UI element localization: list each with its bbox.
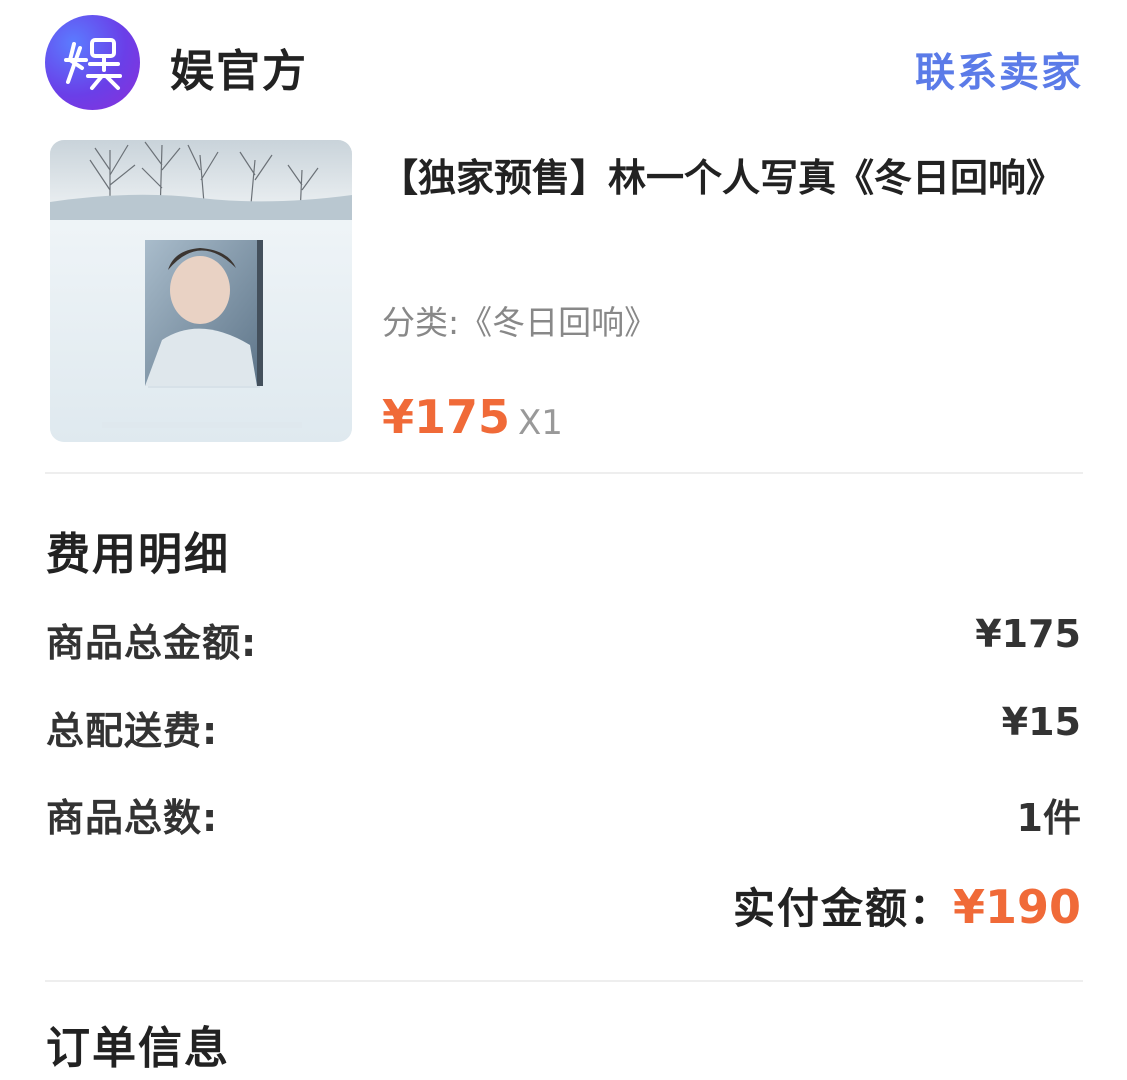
product-price: ¥175 (382, 390, 511, 444)
fee-label-goods-total: 商品总金额: (46, 621, 258, 665)
shop-header: 娱官方 联系卖家 (45, 15, 1085, 110)
shop-name: 娱官方 (170, 46, 308, 97)
product-category: 分类:《冬日回响》 (382, 303, 658, 342)
product-title[interactable]: 【独家预售】林一个人写真《冬日回响》 (380, 150, 1064, 206)
fee-detail-title: 费用明细 (46, 529, 230, 580)
product-image[interactable] (50, 140, 352, 442)
fee-label-item-count: 商品总数: (46, 796, 219, 840)
fee-value-item-count: 1件 (1016, 796, 1081, 840)
shop-logo-icon[interactable] (45, 15, 140, 110)
yu-logo-glyph-icon (63, 37, 122, 90)
amount-paid-label: 实付金额： (732, 884, 953, 933)
amount-paid-row: 实付金额： ¥190 (733, 875, 1081, 936)
amount-paid-value: ¥190 (952, 880, 1081, 934)
contact-seller-button[interactable]: 联系卖家 (915, 40, 1083, 98)
divider (45, 472, 1083, 474)
fee-value-shipping: ¥15 (1001, 700, 1081, 744)
fee-label-shipping: 总配送费: (46, 709, 219, 753)
product-quantity: X1 (518, 403, 563, 443)
order-detail-page: 娱官方 联系卖家 【独家预售】林一个人写真《冬日回响》 分类:《冬日回响》 ¥1… (0, 0, 1127, 1080)
order-info-title: 订单信息 (46, 1023, 230, 1074)
fee-value-goods-total: ¥175 (975, 612, 1081, 656)
divider (45, 980, 1083, 982)
photobook-cover-image (50, 140, 352, 442)
